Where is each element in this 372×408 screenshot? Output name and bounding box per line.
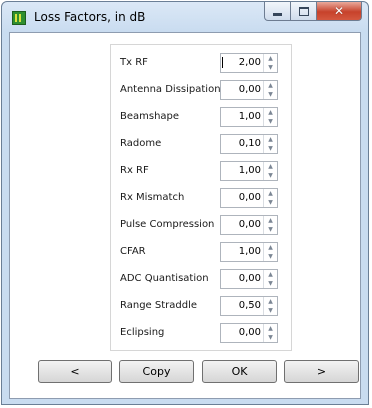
close-icon: ✕ <box>333 4 345 18</box>
spin-down-icon[interactable]: ▼ <box>264 225 277 234</box>
field-row: ADC Quantisation 0,00 ▲ ▼ <box>111 268 293 290</box>
field-row: Beamshape 1,00 ▲ ▼ <box>111 106 293 128</box>
spin-up-icon[interactable]: ▲ <box>264 270 277 279</box>
value-text[interactable]: 1,00 <box>239 111 261 122</box>
value-text[interactable]: 1,00 <box>239 165 261 176</box>
spin-up-icon[interactable]: ▲ <box>264 135 277 144</box>
value-spinbox[interactable]: 0,50 ▲ ▼ <box>220 296 278 316</box>
field-label: Radome <box>120 138 162 149</box>
spin-down-icon[interactable]: ▼ <box>264 171 277 180</box>
field-label: Beamshape <box>120 111 180 122</box>
field-label: Rx RF <box>120 165 149 176</box>
text-caret <box>222 57 223 68</box>
value-spinbox[interactable]: 0,00 ▲ ▼ <box>220 323 278 343</box>
field-row: Tx RF 2,00 ▲ ▼ <box>111 52 293 74</box>
value-text[interactable]: 0,10 <box>239 138 261 149</box>
spin-up-icon[interactable]: ▲ <box>264 216 277 225</box>
field-row: Eclipsing 0,00 ▲ ▼ <box>111 322 293 344</box>
spin-arrows: ▲ ▼ <box>263 162 277 180</box>
dialog-window: Loss Factors, in dB ✕ Tx RF 2,00 ▲ ▼ Ant… <box>1 1 369 405</box>
field-label: Rx Mismatch <box>120 192 185 203</box>
spin-arrows: ▲ ▼ <box>263 270 277 288</box>
field-label: Antenna Dissipation <box>120 84 221 95</box>
value-text[interactable]: 2,00 <box>239 57 261 68</box>
value-text[interactable]: 0,00 <box>239 327 261 338</box>
value-spinbox[interactable]: 2,00 ▲ ▼ <box>220 53 278 73</box>
spin-down-icon[interactable]: ▼ <box>264 117 277 126</box>
field-label: Range Straddle <box>120 300 198 311</box>
value-text[interactable]: 1,00 <box>239 246 261 257</box>
spin-down-icon[interactable]: ▼ <box>264 333 277 342</box>
field-row: Rx Mismatch 0,00 ▲ ▼ <box>111 187 293 209</box>
spin-up-icon[interactable]: ▲ <box>264 54 277 63</box>
field-row: CFAR 1,00 ▲ ▼ <box>111 241 293 263</box>
spin-up-icon[interactable]: ▲ <box>264 324 277 333</box>
spin-down-icon[interactable]: ▼ <box>264 252 277 261</box>
spin-down-icon[interactable]: ▼ <box>264 144 277 153</box>
spin-down-icon[interactable]: ▼ <box>264 279 277 288</box>
value-spinbox[interactable]: 0,00 ▲ ▼ <box>220 80 278 100</box>
window-title: Loss Factors, in dB <box>34 10 146 24</box>
field-label: ADC Quantisation <box>120 273 209 284</box>
spin-up-icon[interactable]: ▲ <box>264 189 277 198</box>
value-spinbox[interactable]: 1,00 ▲ ▼ <box>220 107 278 127</box>
minimize-icon <box>273 12 282 16</box>
value-spinbox[interactable]: 1,00 ▲ ▼ <box>220 161 278 181</box>
field-label: Tx RF <box>120 57 148 68</box>
field-row: Pulse Compression 0,00 ▲ ▼ <box>111 214 293 236</box>
value-spinbox[interactable]: 0,00 ▲ ▼ <box>220 269 278 289</box>
field-label: CFAR <box>120 246 146 257</box>
spin-arrows: ▲ ▼ <box>263 81 277 99</box>
close-button[interactable]: ✕ <box>317 2 362 21</box>
field-label: Pulse Compression <box>120 219 215 230</box>
field-row: Antenna Dissipation 0,00 ▲ ▼ <box>111 79 293 101</box>
field-row: Range Straddle 0,50 ▲ ▼ <box>111 295 293 317</box>
copy-button[interactable]: Copy <box>119 360 194 383</box>
field-row: Radome 0,10 ▲ ▼ <box>111 133 293 155</box>
minimize-button[interactable] <box>264 2 291 21</box>
value-text[interactable]: 0,00 <box>239 273 261 284</box>
spin-arrows: ▲ ▼ <box>263 324 277 342</box>
spin-arrows: ▲ ▼ <box>263 108 277 126</box>
value-text[interactable]: 0,00 <box>239 192 261 203</box>
field-row: Rx RF 1,00 ▲ ▼ <box>111 160 293 182</box>
maximize-icon <box>298 6 309 16</box>
app-icon <box>12 11 26 25</box>
value-text[interactable]: 0,50 <box>239 300 261 311</box>
previous-button[interactable]: < <box>38 360 112 383</box>
spin-arrows: ▲ ▼ <box>263 297 277 315</box>
spin-arrows: ▲ ▼ <box>263 54 277 72</box>
ok-button[interactable]: OK <box>202 360 277 383</box>
value-spinbox[interactable]: 1,00 ▲ ▼ <box>220 242 278 262</box>
caption-buttons: ✕ <box>264 2 362 22</box>
next-button[interactable]: > <box>284 360 359 383</box>
spin-down-icon[interactable]: ▼ <box>264 306 277 315</box>
spin-arrows: ▲ ▼ <box>263 243 277 261</box>
spin-down-icon[interactable]: ▼ <box>264 90 277 99</box>
spin-arrows: ▲ ▼ <box>263 189 277 207</box>
value-text[interactable]: 0,00 <box>239 84 261 95</box>
spin-up-icon[interactable]: ▲ <box>264 108 277 117</box>
spin-up-icon[interactable]: ▲ <box>264 81 277 90</box>
field-label: Eclipsing <box>120 327 165 338</box>
maximize-button[interactable] <box>291 2 317 21</box>
value-text[interactable]: 0,00 <box>239 219 261 230</box>
spin-down-icon[interactable]: ▼ <box>264 63 277 72</box>
spin-arrows: ▲ ▼ <box>263 216 277 234</box>
dialog-client-area: Tx RF 2,00 ▲ ▼ Antenna Dissipation 0,00 … <box>9 32 361 399</box>
spin-up-icon[interactable]: ▲ <box>264 162 277 171</box>
value-spinbox[interactable]: 0,10 ▲ ▼ <box>220 134 278 154</box>
title-bar[interactable]: Loss Factors, in dB ✕ <box>2 2 368 32</box>
spin-arrows: ▲ ▼ <box>263 135 277 153</box>
loss-factors-panel: Tx RF 2,00 ▲ ▼ Antenna Dissipation 0,00 … <box>110 44 292 351</box>
spin-up-icon[interactable]: ▲ <box>264 297 277 306</box>
value-spinbox[interactable]: 0,00 ▲ ▼ <box>220 215 278 235</box>
spin-down-icon[interactable]: ▼ <box>264 198 277 207</box>
value-spinbox[interactable]: 0,00 ▲ ▼ <box>220 188 278 208</box>
spin-up-icon[interactable]: ▲ <box>264 243 277 252</box>
